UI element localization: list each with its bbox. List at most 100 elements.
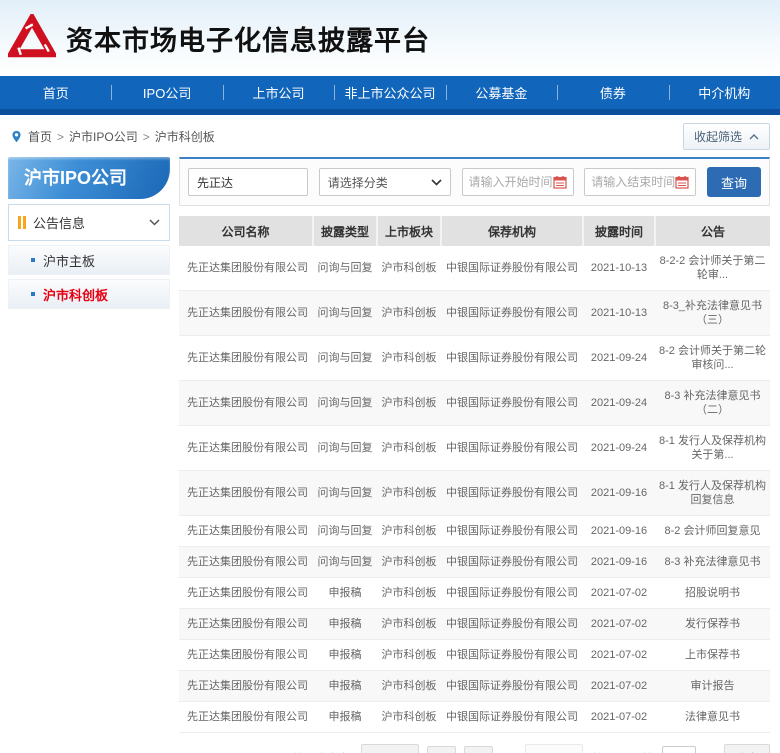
nav-item-2[interactable]: 上市公司 [223,76,334,109]
cell-announcement[interactable]: 8-3 补充法律意见书 [655,547,770,578]
cell-date: 2021-09-24 [583,381,655,426]
col-header-sponsor: 保荐机构 [441,216,583,246]
cell-company: 先正达集团股份有限公司 [179,671,313,702]
cell-date: 2021-09-16 [583,471,655,516]
nav-item-5[interactable]: 债券 [557,76,668,109]
cell-board: 沪市科创板 [377,640,441,671]
cell-announcement[interactable]: 8-3_补充法律意见书（三） [655,291,770,336]
page-button-2[interactable]: 2 [464,746,493,753]
start-date-field[interactable] [462,168,574,196]
cell-board: 沪市科创板 [377,516,441,547]
cell-announcement[interactable]: 招股说明书 [655,578,770,609]
nav-item-6[interactable]: 中介机构 [669,76,780,109]
chevron-down-icon [149,219,160,226]
cell-board: 沪市科创板 [377,471,441,516]
cell-company: 先正达集团股份有限公司 [179,336,313,381]
table-row: 先正达集团股份有限公司申报稿沪市科创板中银国际证券股份有限公司2021-07-0… [179,578,770,609]
cell-sponsor: 中银国际证券股份有限公司 [441,246,583,291]
page-button-1[interactable]: 1 [427,746,456,753]
table-row: 先正达集团股份有限公司问询与回复沪市科创板中银国际证券股份有限公司2021-09… [179,426,770,471]
cell-date: 2021-10-13 [583,246,655,291]
cell-sponsor: 中银国际证券股份有限公司 [441,471,583,516]
cell-announcement[interactable]: 8-2-2 会计师关于第二轮审... [655,246,770,291]
start-date-input[interactable] [469,175,553,189]
prev-page-button[interactable]: 上一页 [361,744,419,753]
table-row: 先正达集团股份有限公司问询与回复沪市科创板中银国际证券股份有限公司2021-09… [179,547,770,578]
calendar-icon[interactable] [553,175,567,189]
cell-board: 沪市科创板 [377,381,441,426]
site-header: 资本市场电子化信息披露平台 [0,0,780,76]
cell-sponsor: 中银国际证券股份有限公司 [441,547,583,578]
cell-announcement[interactable]: 8-1 发行人及保荐机构关于第... [655,426,770,471]
nav-item-3[interactable]: 非上市公众公司 [334,76,445,109]
cell-sponsor: 中银国际证券股份有限公司 [441,516,583,547]
double-bar-icon [18,216,26,229]
cell-board: 沪市科创板 [377,578,441,609]
cell-company: 先正达集团股份有限公司 [179,516,313,547]
disclosure-table: 公司名称 披露类型 上市板块 保荐机构 披露时间 公告 先正达集团股份有限公司问… [179,216,770,733]
cell-disclosure-type: 申报稿 [313,640,377,671]
main-nav: 首页IPO公司上市公司非上市公众公司公募基金债券中介机构 [0,76,780,109]
pagination: 共43条数据 上一页 1 2 3 下一页 共3页 到第 页 确定 [179,733,770,753]
cell-announcement[interactable]: 8-1 发行人及保荐机构回复信息 [655,471,770,516]
table-row: 先正达集团股份有限公司申报稿沪市科创板中银国际证券股份有限公司2021-07-0… [179,640,770,671]
goto-page-input[interactable] [662,746,696,753]
cell-disclosure-type: 问询与回复 [313,547,377,578]
cell-board: 沪市科创板 [377,426,441,471]
cell-sponsor: 中银国际证券股份有限公司 [441,702,583,733]
search-button[interactable]: 查询 [707,167,761,197]
page-root: 资本市场电子化信息披露平台 首页IPO公司上市公司非上市公众公司公募基金债券中介… [0,0,780,753]
chevron-up-icon [749,134,759,140]
cell-announcement[interactable]: 8-3 补充法律意见书（二） [655,381,770,426]
cell-date: 2021-07-02 [583,702,655,733]
breadcrumb-item-home[interactable]: 首页 [28,128,52,145]
end-date-field[interactable] [584,168,696,196]
confirm-page-button[interactable]: 确定 [724,744,770,753]
cell-company: 先正达集团股份有限公司 [179,291,313,336]
cell-sponsor: 中银国际证券股份有限公司 [441,291,583,336]
cell-disclosure-type: 申报稿 [313,578,377,609]
sidebar-item-main-board[interactable]: 沪市主板 [8,245,170,275]
breadcrumb-item-ipo[interactable]: 沪市IPO公司 [69,128,138,145]
cell-company: 先正达集团股份有限公司 [179,471,313,516]
collapse-filter-button[interactable]: 收起筛选 [683,123,770,150]
cell-date: 2021-09-16 [583,516,655,547]
cell-announcement[interactable]: 8-2 会计师回复意见 [655,516,770,547]
cell-board: 沪市科创板 [377,291,441,336]
location-pin-icon [10,129,23,144]
sidebar-section-announcements[interactable]: 公告信息 [8,204,170,241]
cell-company: 先正达集团股份有限公司 [179,547,313,578]
collapse-filter-label: 收起筛选 [694,128,742,145]
cell-company: 先正达集团股份有限公司 [179,609,313,640]
category-select[interactable]: 请选择分类 [319,168,451,196]
cell-board: 沪市科创板 [377,671,441,702]
nav-item-0[interactable]: 首页 [0,76,111,109]
bullet-icon [31,258,35,262]
end-date-input[interactable] [591,175,675,189]
site-title: 资本市场电子化信息披露平台 [66,19,430,58]
cell-announcement[interactable]: 上市保荐书 [655,640,770,671]
cell-disclosure-type: 问询与回复 [313,426,377,471]
chevron-down-icon [431,179,442,186]
cell-sponsor: 中银国际证券股份有限公司 [441,426,583,471]
cell-announcement[interactable]: 法律意见书 [655,702,770,733]
next-page-button[interactable]: 下一页 [525,744,583,753]
calendar-icon[interactable] [675,175,689,189]
table-row: 先正达集团股份有限公司申报稿沪市科创板中银国际证券股份有限公司2021-07-0… [179,609,770,640]
table-row: 先正达集团股份有限公司问询与回复沪市科创板中银国际证券股份有限公司2021-10… [179,291,770,336]
nav-item-1[interactable]: IPO公司 [111,76,222,109]
cell-board: 沪市科创板 [377,609,441,640]
sidebar-item-star-board[interactable]: 沪市科创板 [8,279,170,309]
bullet-icon [31,292,35,296]
cell-date: 2021-07-02 [583,671,655,702]
company-keyword-input[interactable] [188,168,308,196]
cell-announcement[interactable]: 8-2 会计师关于第二轮审核问... [655,336,770,381]
nav-item-4[interactable]: 公募基金 [446,76,557,109]
cell-company: 先正达集团股份有限公司 [179,381,313,426]
cell-date: 2021-10-13 [583,291,655,336]
cell-disclosure-type: 问询与回复 [313,471,377,516]
cell-announcement[interactable]: 发行保荐书 [655,609,770,640]
table-row: 先正达集团股份有限公司问询与回复沪市科创板中银国际证券股份有限公司2021-09… [179,516,770,547]
cell-announcement[interactable]: 审计报告 [655,671,770,702]
category-select-value: 请选择分类 [328,174,388,191]
